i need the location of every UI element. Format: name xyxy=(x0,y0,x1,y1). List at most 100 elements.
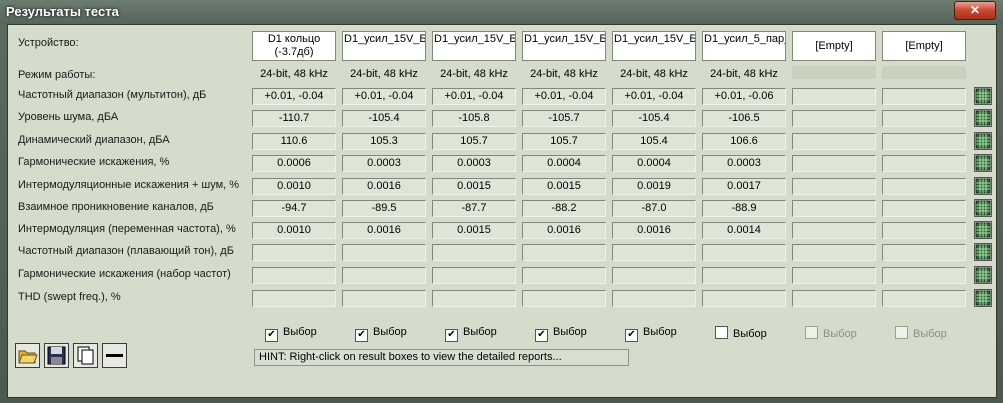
result-cell[interactable] xyxy=(252,244,336,261)
minus-button[interactable] xyxy=(102,343,127,368)
grid-view-button[interactable] xyxy=(974,109,992,127)
result-cell[interactable]: +0.01, -0.04 xyxy=(432,88,516,105)
result-cell[interactable]: 106.6 xyxy=(702,133,786,150)
result-cell[interactable]: -87.0 xyxy=(612,200,696,217)
result-cell[interactable] xyxy=(882,200,966,217)
device-header-2[interactable]: D1_усил_15V_БП_без_нагрузк xyxy=(342,31,426,61)
result-cell[interactable] xyxy=(252,290,336,307)
result-cell[interactable]: 0.0003 xyxy=(342,155,426,172)
result-cell[interactable]: 105.3 xyxy=(342,133,426,150)
grid-view-button[interactable] xyxy=(974,199,992,217)
result-cell[interactable]: -88.9 xyxy=(702,200,786,217)
result-cell[interactable] xyxy=(792,222,876,239)
device-header-5[interactable]: D1_усил_15V_БП_64ом_наушн xyxy=(612,31,696,61)
result-cell[interactable] xyxy=(702,267,786,284)
result-cell[interactable]: 0.0017 xyxy=(702,178,786,195)
device-header-3[interactable]: D1_усил_15V_БП_16ом_наушн xyxy=(432,31,516,61)
result-cell[interactable] xyxy=(882,222,966,239)
result-cell[interactable]: 0.0004 xyxy=(522,155,606,172)
result-cell[interactable] xyxy=(792,110,876,127)
save-disk-button[interactable] xyxy=(44,343,69,368)
result-cell[interactable]: +0.01, -0.04 xyxy=(522,88,606,105)
result-cell[interactable]: 110.6 xyxy=(252,133,336,150)
result-cell[interactable] xyxy=(882,88,966,105)
result-cell[interactable] xyxy=(792,267,876,284)
result-cell[interactable]: +0.01, -0.04 xyxy=(342,88,426,105)
result-cell[interactable]: -105.7 xyxy=(522,110,606,127)
result-cell[interactable]: -94.7 xyxy=(252,200,336,217)
grid-view-button[interactable] xyxy=(974,221,992,239)
result-cell[interactable]: 0.0015 xyxy=(432,222,516,239)
result-cell[interactable]: 0.0016 xyxy=(612,222,696,239)
grid-view-button[interactable] xyxy=(974,154,992,172)
grid-view-button[interactable] xyxy=(974,87,992,105)
copy-pages-button[interactable] xyxy=(73,343,98,368)
result-cell[interactable]: 0.0014 xyxy=(702,222,786,239)
result-cell[interactable]: 105.7 xyxy=(522,133,606,150)
grid-view-button[interactable] xyxy=(974,289,992,307)
device-header-7[interactable]: [Empty] xyxy=(792,31,876,61)
result-cell[interactable]: 0.0003 xyxy=(432,155,516,172)
result-cell[interactable] xyxy=(342,267,426,284)
result-cell[interactable] xyxy=(432,244,516,261)
result-cell[interactable] xyxy=(522,290,606,307)
result-cell[interactable] xyxy=(252,267,336,284)
result-cell[interactable]: -105.8 xyxy=(432,110,516,127)
result-cell[interactable]: -89.5 xyxy=(342,200,426,217)
checkbox-box[interactable]: ✔ xyxy=(355,329,368,342)
result-cell[interactable] xyxy=(882,244,966,261)
result-cell[interactable] xyxy=(612,290,696,307)
select-checkbox-5[interactable]: ✔ Выбор xyxy=(625,326,677,342)
result-cell[interactable] xyxy=(432,290,516,307)
result-cell[interactable]: 0.0006 xyxy=(252,155,336,172)
result-cell[interactable]: -106.5 xyxy=(702,110,786,127)
grid-view-button[interactable] xyxy=(974,132,992,150)
result-cell[interactable] xyxy=(882,155,966,172)
result-cell[interactable]: -105.4 xyxy=(342,110,426,127)
result-cell[interactable] xyxy=(702,244,786,261)
select-checkbox-6[interactable]: Выбор xyxy=(715,326,767,340)
select-checkbox-3[interactable]: ✔ Выбор xyxy=(445,326,497,342)
result-cell[interactable]: -110.7 xyxy=(252,110,336,127)
device-header-6[interactable]: D1_усил_5_пар_12V_аккум xyxy=(702,31,786,61)
close-button[interactable]: ✕ xyxy=(954,1,996,20)
result-cell[interactable]: 0.0016 xyxy=(342,222,426,239)
result-cell[interactable]: -105.4 xyxy=(612,110,696,127)
grid-view-button[interactable] xyxy=(974,177,992,195)
result-cell[interactable]: -88.2 xyxy=(522,200,606,217)
result-cell[interactable]: 0.0016 xyxy=(522,222,606,239)
result-cell[interactable] xyxy=(612,267,696,284)
result-cell[interactable] xyxy=(792,133,876,150)
grid-view-button[interactable] xyxy=(974,266,992,284)
result-cell[interactable]: 0.0016 xyxy=(342,178,426,195)
result-cell[interactable] xyxy=(792,244,876,261)
result-cell[interactable] xyxy=(882,178,966,195)
result-cell[interactable]: +0.01, -0.06 xyxy=(702,88,786,105)
device-header-1[interactable]: D1 кольцо (-3.7дб) xyxy=(252,31,336,61)
result-cell[interactable]: 0.0010 xyxy=(252,222,336,239)
checkbox-box[interactable]: ✔ xyxy=(445,329,458,342)
select-checkbox-4[interactable]: ✔ Выбор xyxy=(535,326,587,342)
title-bar[interactable]: Результаты теста ✕ xyxy=(0,0,1003,24)
open-folder-button[interactable] xyxy=(15,343,40,368)
result-cell[interactable] xyxy=(342,244,426,261)
device-header-8[interactable]: [Empty] xyxy=(882,31,966,61)
checkbox-box[interactable]: ✔ xyxy=(625,329,638,342)
result-cell[interactable] xyxy=(792,178,876,195)
result-cell[interactable] xyxy=(792,88,876,105)
result-cell[interactable] xyxy=(522,267,606,284)
result-cell[interactable]: 0.0003 xyxy=(702,155,786,172)
result-cell[interactable] xyxy=(792,290,876,307)
result-cell[interactable] xyxy=(882,267,966,284)
result-cell[interactable]: -87.7 xyxy=(432,200,516,217)
checkbox-box[interactable]: ✔ xyxy=(535,329,548,342)
result-cell[interactable] xyxy=(702,290,786,307)
result-cell[interactable] xyxy=(882,110,966,127)
result-cell[interactable] xyxy=(612,244,696,261)
result-cell[interactable] xyxy=(432,267,516,284)
checkbox-box[interactable]: ✔ xyxy=(265,329,278,342)
select-checkbox-1[interactable]: ✔ Выбор xyxy=(265,326,317,342)
result-cell[interactable]: 0.0015 xyxy=(432,178,516,195)
result-cell[interactable] xyxy=(522,244,606,261)
result-cell[interactable]: 0.0019 xyxy=(612,178,696,195)
